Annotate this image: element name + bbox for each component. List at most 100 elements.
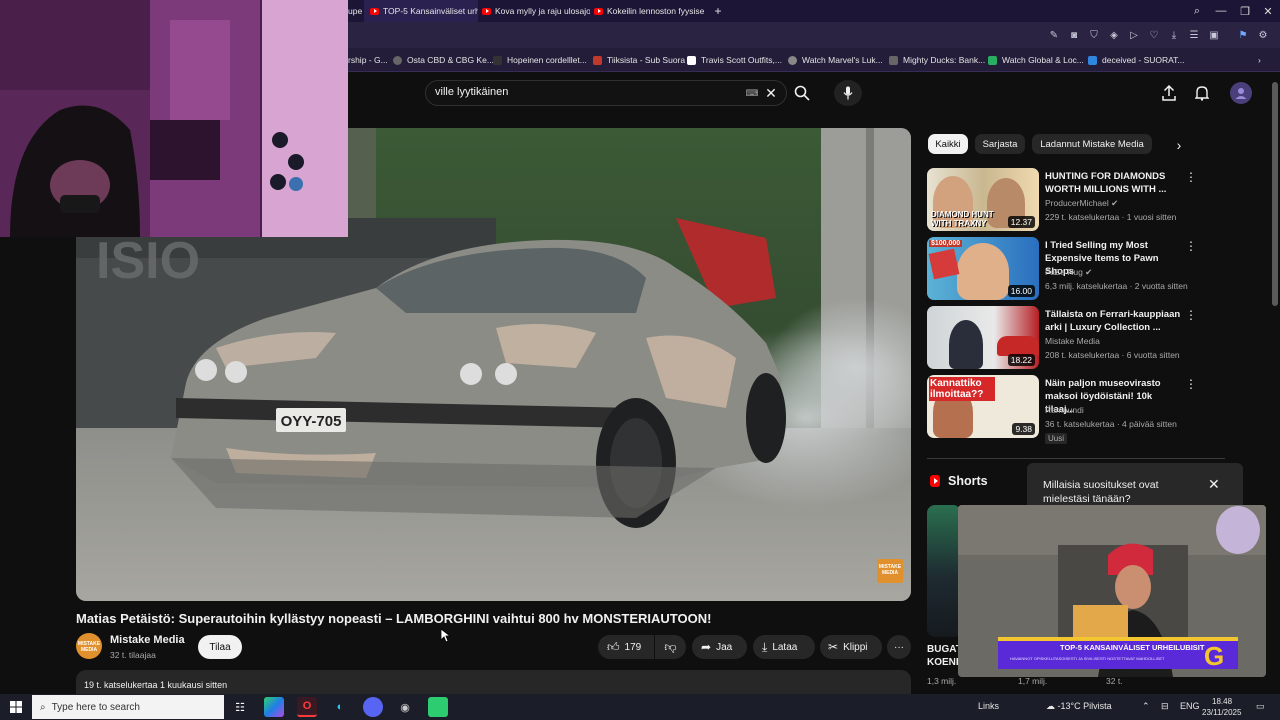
video-thumbnail[interactable]: 18.22 bbox=[927, 306, 1039, 369]
settings-icon[interactable]: ⚙ bbox=[1256, 28, 1270, 42]
clock-date[interactable]: 23/11/2025 bbox=[1202, 708, 1241, 717]
download-button[interactable]: ⤓ Lataa bbox=[753, 635, 815, 659]
bookmarks-overflow-icon[interactable]: › bbox=[1258, 53, 1261, 67]
weather-widget[interactable]: ☁ -13°C Pilvista bbox=[1046, 701, 1112, 712]
network-icon[interactable]: ⊟ bbox=[1161, 701, 1169, 712]
play-icon[interactable]: ▷ bbox=[1127, 28, 1141, 42]
lock-icon[interactable]: ▣ bbox=[1207, 28, 1221, 42]
keyboard-icon[interactable]: ⌨ bbox=[745, 88, 759, 98]
search-input[interactable]: ville lyytikäinen bbox=[435, 86, 508, 98]
svg-text:ISIO: ISIO bbox=[96, 232, 200, 290]
download-icon[interactable]: ⤓ bbox=[1167, 28, 1181, 42]
chip-uploaded-by[interactable]: Ladannut Mistake Media bbox=[1032, 134, 1152, 154]
bookmark-0[interactable]: rship - G... bbox=[348, 53, 388, 67]
bookmark-3[interactable]: Tiiksista - Sub Suora bbox=[593, 53, 685, 67]
recommendation-3[interactable]: Kannattiko ilmoittaa?? 9.38 Näin paljon … bbox=[927, 375, 1247, 444]
copilot-icon[interactable] bbox=[264, 697, 284, 717]
bookmark-6[interactable]: Mighty Ducks: Bank... bbox=[889, 53, 985, 67]
browser-tab-0[interactable]: TOP-5 Kansainväliset urhe bbox=[364, 0, 478, 22]
task-view-icon[interactable]: ☷ bbox=[230, 697, 250, 717]
browser-tab-1[interactable]: Kova mylly ja raju ulosajo bbox=[478, 0, 590, 22]
steam-icon[interactable]: ◉ bbox=[395, 697, 415, 717]
opera-icon[interactable]: O bbox=[297, 697, 317, 717]
short-thumbnail[interactable] bbox=[927, 505, 961, 637]
bookmark-4[interactable]: Travis Scott Outfits,... bbox=[687, 53, 782, 67]
heart-icon[interactable]: ♡ bbox=[1147, 28, 1161, 42]
minimize-button[interactable]: — bbox=[1209, 0, 1233, 22]
language-indicator[interactable]: ENG bbox=[1180, 701, 1200, 711]
tab-label: upe bbox=[348, 6, 362, 16]
bookmark-7[interactable]: Watch Global & Loc... bbox=[988, 53, 1084, 67]
edit-icon[interactable]: ✎ bbox=[1047, 28, 1061, 42]
recommendation-channel[interactable]: FaZe Rug ✔ bbox=[1045, 267, 1092, 278]
dislike-button[interactable]: 👎︎ bbox=[655, 635, 686, 659]
more-vertical-icon[interactable]: ⋮ bbox=[1185, 239, 1197, 253]
page-scrollbar[interactable] bbox=[1272, 82, 1278, 306]
recommendation-2[interactable]: 18.22 Tällaista on Ferrari-kauppiaan ark… bbox=[927, 306, 1247, 370]
start-windows-icon[interactable] bbox=[0, 694, 32, 720]
video-thumbnail[interactable]: $100,000 16.00 bbox=[927, 237, 1039, 300]
search-icon[interactable] bbox=[790, 82, 814, 104]
subscribe-button[interactable]: Tilaa bbox=[198, 635, 242, 659]
menu-icon[interactable]: ☰ bbox=[1187, 28, 1201, 42]
extension-icon[interactable]: ⚑ bbox=[1236, 28, 1250, 42]
recommendation-channel[interactable]: Mistake Media bbox=[1045, 336, 1100, 346]
browser-tab-2[interactable]: Kokeilin lennoston fyysise ✕ bbox=[590, 0, 708, 22]
more-vertical-icon[interactable]: ⋮ bbox=[1185, 377, 1197, 391]
discord-icon[interactable] bbox=[363, 697, 383, 717]
cube-icon[interactable]: ◈ bbox=[1107, 28, 1121, 42]
search-tabs-icon[interactable]: ⌕ bbox=[1185, 0, 1209, 22]
opera-glyph: O bbox=[302, 700, 312, 712]
links-toolbar[interactable]: Links bbox=[978, 701, 999, 711]
video-thumbnail[interactable]: DIAMOND HUNT WITH TRAXNY 12.37 bbox=[927, 168, 1039, 231]
taskbar-search[interactable]: ⌕ Type here to search bbox=[32, 695, 224, 719]
channel-avatar[interactable]: MISTAKE MEDIA bbox=[76, 633, 102, 659]
share-button[interactable]: ➦ Jaa bbox=[692, 635, 747, 659]
close-icon[interactable]: ✕ bbox=[1208, 476, 1220, 493]
app-icon[interactable] bbox=[428, 697, 448, 717]
more-vertical-icon[interactable]: ⋮ bbox=[1185, 308, 1197, 322]
clip-button[interactable]: ✂ Klippi bbox=[820, 635, 882, 659]
chip-all[interactable]: Kaikki bbox=[928, 134, 968, 154]
more-vertical-icon[interactable]: ⋮ bbox=[1185, 170, 1197, 184]
recommendation-0[interactable]: DIAMOND HUNT WITH TRAXNY 12.37 HUNTING F… bbox=[927, 168, 1247, 232]
tray-chevron-icon[interactable]: ⌃ bbox=[1142, 701, 1150, 712]
avatar[interactable] bbox=[1230, 82, 1252, 104]
bookmark-8[interactable]: deceived - SUORAT... bbox=[1088, 53, 1185, 67]
upload-icon[interactable] bbox=[1160, 84, 1178, 102]
short-views: 1,3 milj. bbox=[927, 676, 957, 686]
recommendation-title[interactable]: HUNTING FOR DIAMONDS WORTH MILLIONS WITH… bbox=[1045, 170, 1183, 196]
notifications-bell-icon[interactable] bbox=[1193, 84, 1211, 102]
bookmark-1[interactable]: Osta CBD & CBG Ke... bbox=[393, 53, 494, 67]
recommendation-title[interactable]: Tällaista on Ferrari-kauppiaan arki | Lu… bbox=[1045, 308, 1183, 334]
short-title[interactable]: BUGAT KOENI bbox=[927, 643, 962, 669]
microphone-icon[interactable] bbox=[834, 80, 862, 106]
chevron-right-icon[interactable]: › bbox=[1170, 137, 1188, 153]
shield-icon[interactable]: ⛉ bbox=[1087, 28, 1101, 42]
more-actions-button[interactable]: ··· bbox=[887, 635, 911, 659]
clear-search-icon[interactable]: ✕ bbox=[763, 84, 779, 102]
close-window-button[interactable]: ✕ bbox=[1256, 0, 1280, 22]
clock-time[interactable]: 18.48 bbox=[1212, 697, 1232, 706]
recommendation-meta: 229 t. katselukertaa · 1 vuosi sitten bbox=[1045, 212, 1177, 222]
like-button[interactable]: 👍︎ 179 bbox=[598, 635, 654, 659]
channel-name[interactable]: Mistake Media bbox=[110, 634, 185, 646]
chip-series[interactable]: Sarjasta bbox=[975, 134, 1025, 154]
new-tab-button[interactable]: + bbox=[710, 0, 726, 22]
thumbs-up-icon: 👍︎ bbox=[607, 639, 620, 654]
channel-watermark[interactable]: MISTAKE MEDIA bbox=[877, 559, 903, 583]
browser-tab-partial[interactable]: upe bbox=[348, 0, 362, 22]
camera-icon[interactable]: ◙ bbox=[1067, 28, 1081, 42]
tv-icon bbox=[593, 55, 602, 65]
edge-icon[interactable]: ◐ bbox=[330, 697, 350, 717]
bookmark-2[interactable]: Hopeinen cordelllet... bbox=[493, 53, 587, 67]
duration-badge: 18.22 bbox=[1007, 354, 1035, 366]
thumb-person bbox=[949, 320, 983, 369]
recommendation-channel[interactable]: ProducerMichael ✔ bbox=[1045, 198, 1118, 209]
video-thumbnail[interactable]: Kannattiko ilmoittaa?? 9.38 bbox=[927, 375, 1039, 438]
maximize-button[interactable]: ❐ bbox=[1233, 0, 1257, 22]
bookmark-5[interactable]: Watch Marvel's Luk... bbox=[788, 53, 883, 67]
notification-center-icon[interactable]: ▭ bbox=[1256, 701, 1265, 712]
recommendation-1[interactable]: $100,000 16.00 I Tried Selling my Most E… bbox=[927, 237, 1247, 301]
recommendation-channel[interactable]: Ramaundi bbox=[1045, 405, 1084, 415]
